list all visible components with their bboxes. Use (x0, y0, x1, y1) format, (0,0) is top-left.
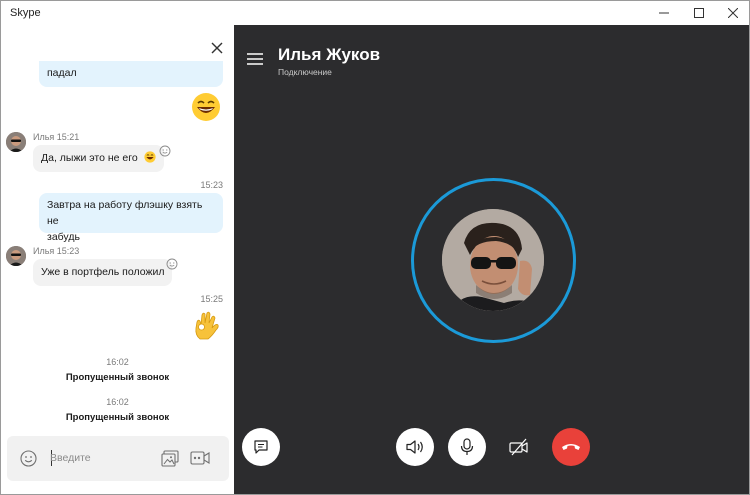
close-icon (211, 42, 223, 54)
maximize-icon (694, 8, 704, 18)
outgoing-message[interactable]: Завтра на работу флэшку взять не забудь (39, 193, 223, 243)
speaker-button[interactable] (396, 428, 434, 466)
sender-avatar[interactable] (6, 132, 26, 152)
close-chat-button[interactable] (208, 39, 226, 57)
maximize-button[interactable] (682, 1, 716, 25)
toggle-video-button[interactable] (500, 428, 538, 466)
message-text: Уже в портфель положил (41, 266, 165, 278)
callee-name: Илья Жуков (278, 45, 381, 64)
microphone-icon (460, 438, 474, 455)
add-reaction-icon[interactable] (159, 145, 171, 157)
video-off-icon (509, 438, 528, 456)
laughing-emoji-icon[interactable] (191, 92, 221, 122)
speaker-icon (406, 440, 423, 454)
end-call-icon (562, 444, 580, 450)
missed-call-time: 16:02 (106, 397, 129, 407)
message-text: падал (47, 67, 77, 79)
callee-avatar (442, 209, 544, 311)
missed-call-label[interactable]: Пропущенный звонок (1, 412, 234, 423)
message-time: 15:23 (200, 180, 223, 190)
compose-bar (7, 436, 229, 481)
open-chat-button[interactable] (242, 428, 280, 466)
message-text-line: забудь (47, 231, 80, 243)
ok-hand-emoji-icon[interactable] (191, 309, 221, 341)
hamburger-menu-icon[interactable] (247, 52, 263, 66)
message-meta: Илья 15:23 (33, 246, 80, 256)
message-text-line: Завтра на работу флэшку взять не (47, 199, 203, 227)
skype-window: Skype падал Илья 15:21 Да, лыжи это не е… (0, 0, 750, 495)
emoji-picker-icon[interactable] (20, 450, 37, 467)
message-meta: Илья 15:21 (33, 132, 80, 142)
minimize-button[interactable] (647, 1, 681, 25)
chat-panel: падал Илья 15:21 Да, лыжи это не его 15:… (1, 25, 234, 494)
avatar-image (6, 132, 26, 152)
avatar-image (6, 246, 26, 266)
end-call-button[interactable] (552, 428, 590, 466)
outgoing-message[interactable]: падал (39, 61, 223, 87)
incoming-message[interactable]: Уже в портфель положил (33, 259, 173, 286)
microphone-button[interactable] (448, 428, 486, 466)
message-input[interactable] (50, 449, 150, 467)
call-status: Подключение (278, 67, 332, 77)
callee-photo (442, 209, 544, 311)
call-panel: Илья Жуков Подключение (234, 25, 749, 494)
title-bar: Skype (1, 1, 749, 25)
incoming-message[interactable]: Да, лыжи это не его (33, 145, 164, 172)
media-gallery-icon[interactable] (161, 450, 179, 467)
add-reaction-icon[interactable] (166, 258, 178, 270)
missed-call-label[interactable]: Пропущенный звонок (1, 372, 234, 383)
close-window-button[interactable] (716, 1, 749, 25)
video-message-icon[interactable] (190, 451, 210, 465)
chat-icon (254, 440, 268, 454)
laughing-emoji-icon (144, 151, 156, 163)
message-text: Да, лыжи это не его (41, 152, 138, 164)
close-icon (728, 8, 738, 18)
message-time: 15:25 (200, 294, 223, 304)
minimize-icon (659, 12, 669, 14)
sender-avatar[interactable] (6, 246, 26, 266)
app-title: Skype (10, 7, 41, 19)
missed-call-time: 16:02 (106, 357, 129, 367)
